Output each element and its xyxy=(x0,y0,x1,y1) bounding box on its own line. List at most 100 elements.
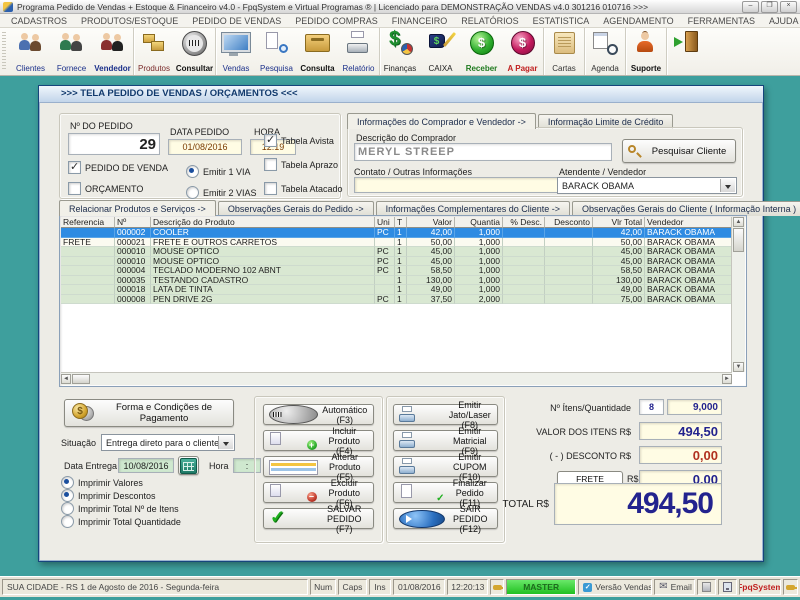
status-network[interactable] xyxy=(718,579,737,595)
tabela-checkbox[interactable]: Tabela Aprazo xyxy=(264,158,338,171)
table-row[interactable]: 000002COOLERPC142,001,00042,00BARACK OBA… xyxy=(61,228,732,238)
action-button[interactable]: Emitir Jato/Laser (F8) xyxy=(393,404,498,425)
action-button[interactable]: Incluir Produto (F4) xyxy=(263,430,374,451)
horizontal-scrollbar[interactable]: ◄ ► xyxy=(61,372,732,385)
data-entrega-field[interactable]: 10/08/2016 xyxy=(118,458,174,473)
column-header[interactable]: Referencia xyxy=(61,217,115,228)
column-header[interactable]: Valor xyxy=(407,217,455,228)
action-button[interactable]: SALVAR PEDIDO (F7) xyxy=(263,508,374,529)
imprimir-option-radio[interactable]: Imprimir Total Nº de Itens xyxy=(61,502,179,515)
toolbar-button[interactable]: Relatório xyxy=(338,28,379,75)
forma-pagamento-button[interactable]: Forma e Condições de Pagamento xyxy=(64,399,234,427)
table-cell: 58,50 xyxy=(593,266,645,276)
toolbar-button[interactable]: Finanças xyxy=(379,28,420,75)
product-tab[interactable]: Observações Gerais do Pedido -> xyxy=(218,201,374,216)
column-header[interactable]: Desconto xyxy=(545,217,593,228)
action-button[interactable]: Emitir Matricial (F9) xyxy=(393,430,498,451)
status-email[interactable]: ✉ Email xyxy=(654,579,695,595)
menu-item[interactable]: CADASTROS xyxy=(4,16,74,26)
product-tab[interactable]: Observações Gerais do Cliente ( Informaç… xyxy=(572,201,800,216)
restore-button[interactable]: ❐ xyxy=(761,1,778,13)
toolbar-button[interactable]: Cartas xyxy=(543,28,584,75)
menu-item[interactable]: RELATÓRIOS xyxy=(454,16,525,26)
column-header[interactable]: T xyxy=(395,217,407,228)
table-row[interactable]: 000010MOUSE OPTICOPC145,001,00045,00BARA… xyxy=(61,247,732,257)
menu-item[interactable]: AJUDA xyxy=(762,16,800,26)
status-printer[interactable] xyxy=(697,579,716,595)
action-button[interactable]: Alterar Produto (F5) xyxy=(263,456,374,477)
toolbar-button[interactable]: Vendas xyxy=(215,28,256,75)
menu-item[interactable]: FERRAMENTAS xyxy=(681,16,762,26)
numero-pedido-field[interactable]: 29 xyxy=(68,133,160,155)
tipo-pedido-checkbox[interactable]: ORÇAMENTO xyxy=(68,182,143,195)
radio-circle-icon xyxy=(186,165,199,178)
comprador-field[interactable]: MERYL STREEP xyxy=(354,143,612,161)
imprimir-option-radio[interactable]: Imprimir Descontos xyxy=(61,489,156,502)
statusbar: SUA CIDADE - RS 1 de Agosto de 2016 - Se… xyxy=(0,576,800,597)
column-header[interactable]: Descrição do Produto xyxy=(151,217,375,228)
table-row[interactable]: FRETE000021FRETE E OUTROS CARRETOS150,00… xyxy=(61,238,732,248)
toolbar-button[interactable]: A Pagar xyxy=(502,28,543,75)
sellers-icon xyxy=(100,31,126,55)
table-cell xyxy=(545,266,593,276)
scroll-up-icon[interactable]: ▲ xyxy=(733,217,744,227)
table-cell xyxy=(61,257,115,267)
tipo-pedido-checkbox[interactable]: PEDIDO DE VENDA xyxy=(68,161,168,174)
column-header[interactable]: Uni xyxy=(375,217,395,228)
situacao-select[interactable]: Entrega direto para o cliente xyxy=(101,434,235,451)
table-row[interactable]: 000008PEN DRIVE 2GPC137,502,00075,00BARA… xyxy=(61,295,732,305)
menu-item[interactable]: AGENDAMENTO xyxy=(596,16,680,26)
menu-item[interactable]: PRODUTOS/ESTOQUE xyxy=(74,16,185,26)
scroll-right-icon[interactable]: ► xyxy=(722,374,732,384)
toolbar-button[interactable]: Produtos xyxy=(133,28,174,75)
column-header[interactable]: % Desc. xyxy=(503,217,545,228)
scroll-left-icon[interactable]: ◄ xyxy=(61,374,71,384)
toolbar-button[interactable]: CAIXA xyxy=(420,28,461,75)
minimize-button[interactable]: – xyxy=(742,1,759,13)
toolbar-button[interactable]: Receber xyxy=(461,28,502,75)
action-button[interactable]: Excluir Produto (F6) xyxy=(263,482,374,503)
vertical-scrollbar[interactable]: ▲ ▼ xyxy=(731,217,745,372)
action-button[interactable]: Automático (F3) xyxy=(263,404,374,425)
product-tab[interactable]: Relacionar Produtos e Serviços -> xyxy=(59,200,216,216)
menu-item[interactable]: FINANCEIRO xyxy=(385,16,455,26)
table-row[interactable]: 000004TECLADO MODERNO 102 ABNTPC158,501,… xyxy=(61,266,732,276)
menu-item[interactable]: PEDIDO COMPRAS xyxy=(288,16,385,26)
table-cell: 1,000 xyxy=(455,257,503,267)
table-row[interactable]: 000010MOUSE OPTICOPC145,001,00045,00BARA… xyxy=(61,257,732,267)
calendar-button[interactable] xyxy=(178,456,199,475)
column-header[interactable]: Vendedor xyxy=(645,217,732,228)
tabela-checkbox[interactable]: Tabela Avista xyxy=(264,134,334,147)
toolbar-button[interactable]: Agenda xyxy=(584,28,625,75)
table-cell xyxy=(545,257,593,267)
pesquisar-cliente-button[interactable]: Pesquisar Cliente xyxy=(622,139,736,163)
column-header[interactable]: Nº xyxy=(115,217,151,228)
toolbar-button[interactable] xyxy=(666,28,707,75)
toolbar-button[interactable]: Pesquisa xyxy=(256,28,297,75)
toolbar-button[interactable]: Vendedor xyxy=(92,28,133,75)
vendedor-select[interactable]: BARACK OBAMA xyxy=(557,177,737,194)
imprimir-option-radio[interactable]: Imprimir Total Quantidade xyxy=(61,515,181,528)
toolbar-button[interactable]: Clientes xyxy=(10,28,51,75)
toolbar-button[interactable]: Consultar xyxy=(174,28,215,75)
action-button[interactable]: SAIR PEDIDO (F12) xyxy=(393,508,498,529)
tabela-checkbox[interactable]: Tabela Atacado xyxy=(264,182,343,195)
table-row[interactable]: 000035TESTANDO CADASTRO1130,001,000130,0… xyxy=(61,276,732,286)
action-button[interactable]: Emitir CUPOM (F10) xyxy=(393,456,498,477)
toolbar-button[interactable]: Consulta xyxy=(297,28,338,75)
data-pedido-field[interactable]: 01/08/2016 xyxy=(168,139,242,155)
toolbar-button[interactable]: Fornece xyxy=(51,28,92,75)
menu-item[interactable]: PEDIDO DE VENDAS xyxy=(185,16,288,26)
menu-item[interactable]: ESTATISTICA xyxy=(526,16,597,26)
column-header[interactable]: Vlr Total xyxy=(593,217,645,228)
imprimir-option-radio[interactable]: Imprimir Valores xyxy=(61,476,143,489)
table-row[interactable]: 000018LATA DE TINTA149,001,00049,00BARAC… xyxy=(61,285,732,295)
product-tab[interactable]: Informações Complementares do Cliente -> xyxy=(376,201,570,216)
toolbar-button[interactable]: Suporte xyxy=(625,28,666,75)
close-button[interactable]: × xyxy=(780,1,797,13)
scroll-down-icon[interactable]: ▼ xyxy=(733,362,744,372)
emitir-vias-radio[interactable]: Emitir 2 VIAS xyxy=(186,186,257,199)
column-header[interactable]: Quantia xyxy=(455,217,503,228)
buyer-tab[interactable]: Informações do Comprador e Vendedor -> xyxy=(347,113,536,129)
emitir-vias-radio[interactable]: Emitir 1 VIA xyxy=(186,165,251,178)
